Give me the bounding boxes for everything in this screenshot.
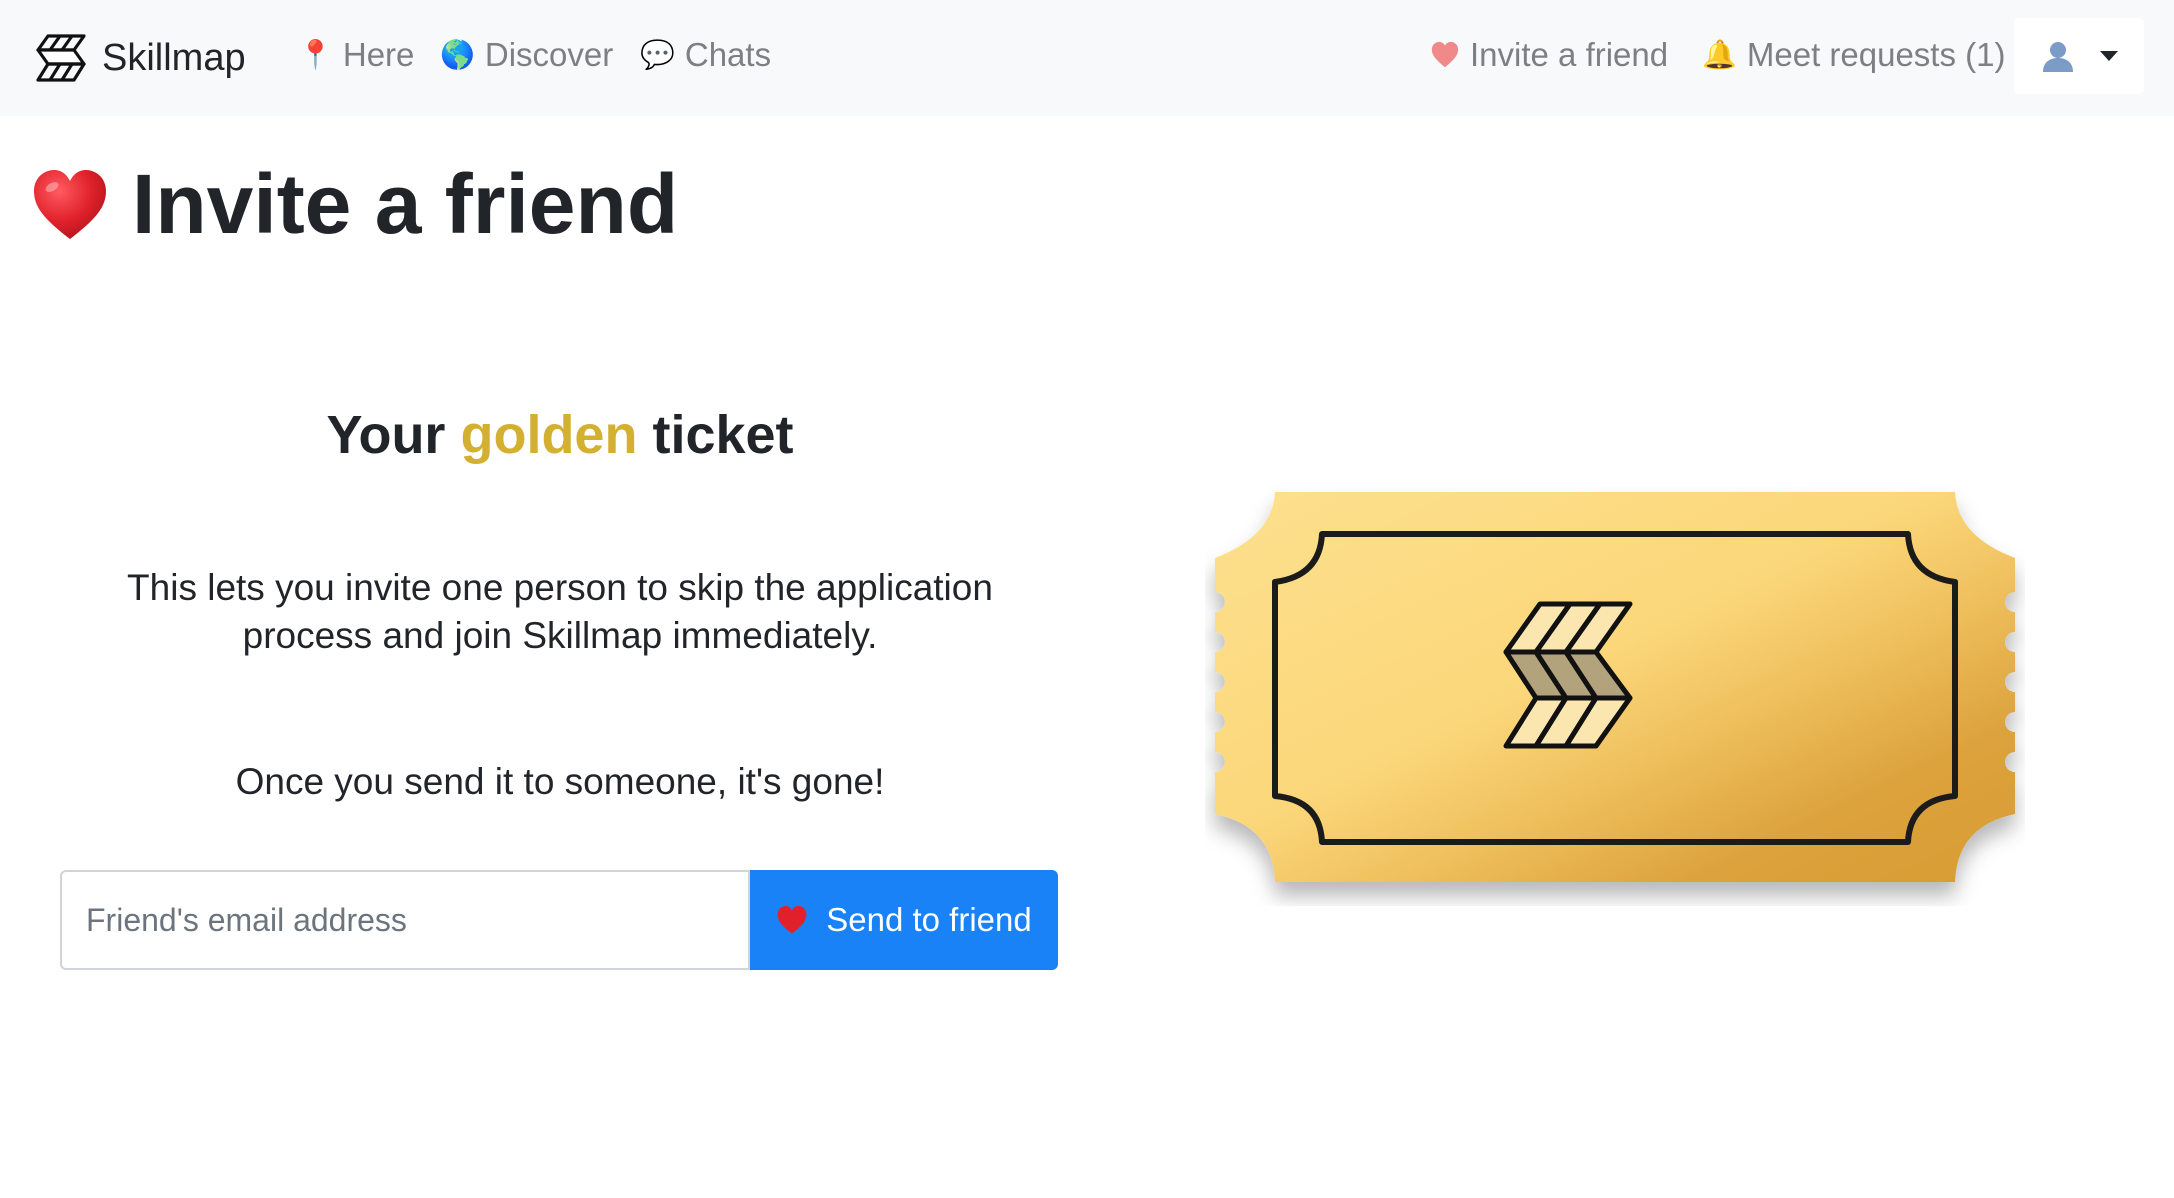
bell-icon: 🔔 [1702,39,1737,70]
brand-link[interactable]: Skillmap [34,32,246,84]
nav-link-label: Meet requests (1) [1746,36,2006,73]
friend-email-input[interactable] [60,870,750,970]
globe-icon: 🌎 [440,39,475,70]
nav-link-meet-requests[interactable]: 🔔 Meet requests (1) [1702,36,2005,74]
nav-link-label: Discover [484,36,614,73]
page-title: Invite a friend [30,156,678,253]
title-word: Your [326,405,446,465]
nav-link-chats[interactable]: 💬 Chats [640,36,771,74]
ticket-warning: Once you send it to someone, it's gone! [235,761,885,802]
send-to-friend-button[interactable]: Send to friend [750,870,1058,970]
brand-name: Skillmap [102,36,246,79]
heart-icon [777,906,807,934]
navbar: Skillmap 📍 Here 🌎 Discover 💬 Chats Invit… [0,0,2174,116]
skillmap-logo-icon [36,34,86,82]
send-button-label: Send to friend [826,901,1032,938]
page-heading: Invite a friend [132,157,679,251]
nav-link-discover[interactable]: 🌎 Discover [440,36,613,74]
pin-icon: 📍 [298,39,333,70]
chevron-down-icon [2100,51,2118,61]
nav-link-label: Here [342,36,415,73]
golden-ticket-icon [1215,492,2015,882]
speech-bubble-icon: 💬 [640,39,675,70]
user-avatar-icon [2043,42,2073,72]
heart-icon [34,169,106,239]
nav-link-invite-friend[interactable]: Invite a friend [1430,36,1668,74]
nav-link-label: Invite a friend [1470,36,1669,73]
nav-link-label: Chats [684,36,772,73]
title-word: ticket [652,405,794,465]
title-highlight: golden [460,405,638,465]
nav-link-here[interactable]: 📍 Here [298,36,414,74]
user-menu-dropdown[interactable] [2014,18,2144,94]
heart-icon [1431,41,1459,68]
ticket-description: This lets you invite one person to skip … [127,567,993,656]
golden-ticket-title: Your golden ticket [60,404,1060,466]
golden-ticket-image [1205,486,2025,906]
